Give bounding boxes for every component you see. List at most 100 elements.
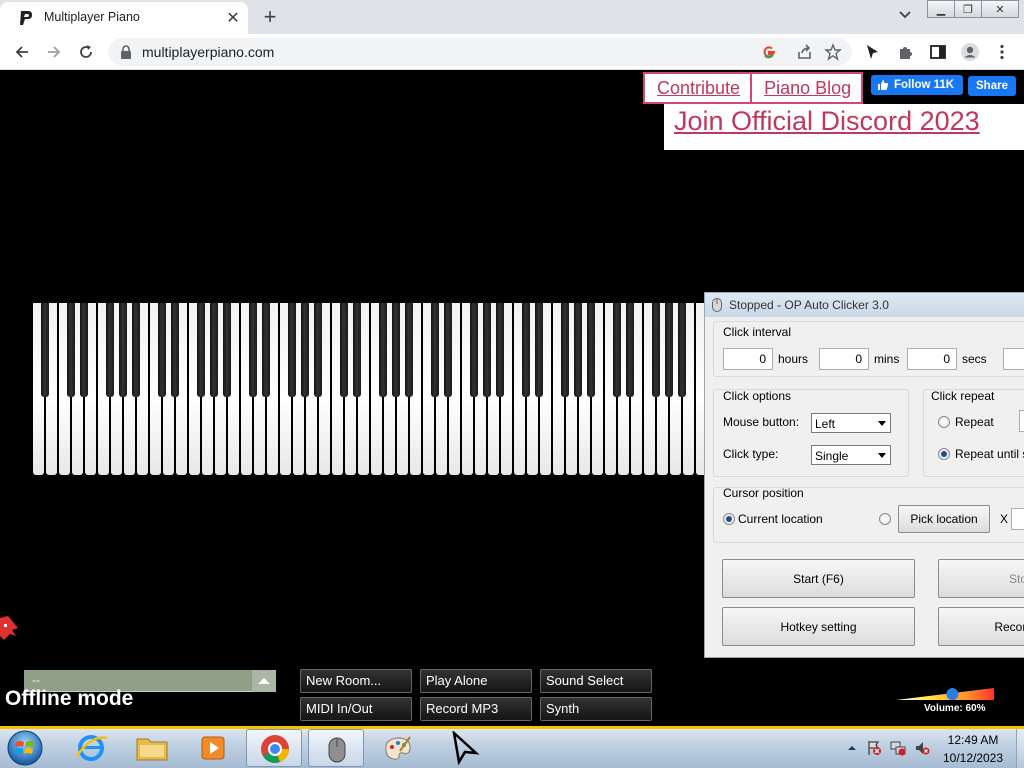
- record-mp3-button[interactable]: Record MP3: [420, 697, 532, 721]
- clock-date[interactable]: 10/12/2023: [940, 751, 1006, 765]
- star-icon[interactable]: [824, 43, 842, 61]
- volume-muted-icon[interactable]: [914, 740, 930, 756]
- piano-black-key[interactable]: [561, 303, 569, 397]
- facebook-share-button[interactable]: Share: [968, 76, 1016, 96]
- piano-black-key[interactable]: [158, 303, 166, 397]
- piano-black-key[interactable]: [470, 303, 478, 397]
- piano-black-key[interactable]: [106, 303, 114, 397]
- piano-black-key[interactable]: [249, 303, 257, 397]
- millis-input[interactable]: [1003, 348, 1024, 370]
- browser-tab[interactable]: Multiplayer Piano ✕: [0, 2, 248, 34]
- repeat-count-input[interactable]: [1019, 410, 1024, 432]
- piano-black-key[interactable]: [678, 303, 686, 397]
- action-center-icon[interactable]: [866, 740, 882, 756]
- restore-icon[interactable]: ❐: [954, 0, 982, 18]
- piano-black-key[interactable]: [132, 303, 140, 397]
- piano-black-key[interactable]: [41, 303, 49, 397]
- taskbar-chrome[interactable]: [246, 729, 302, 767]
- stop-button[interactable]: Sto: [938, 559, 1024, 598]
- show-desktop-button[interactable]: [1016, 729, 1024, 768]
- minimize-icon[interactable]: ▁: [927, 0, 955, 18]
- current-location-radio[interactable]: [723, 513, 735, 525]
- piano-black-key[interactable]: [483, 303, 491, 397]
- start-orb-icon[interactable]: [6, 729, 44, 767]
- new-tab-icon[interactable]: +: [259, 4, 281, 30]
- share-icon[interactable]: [796, 43, 814, 61]
- piano-black-key[interactable]: [353, 303, 361, 397]
- piano-black-key[interactable]: [301, 303, 309, 397]
- piano-black-key[interactable]: [392, 303, 400, 397]
- taskbar-paint[interactable]: [370, 729, 426, 767]
- hours-input[interactable]: 0: [723, 348, 773, 370]
- synth-button[interactable]: Synth: [540, 697, 652, 721]
- reload-icon[interactable]: [76, 42, 96, 62]
- piano-keyboard[interactable]: [32, 303, 708, 475]
- mouse-button-select[interactable]: Left: [811, 413, 891, 433]
- facebook-follow-button[interactable]: Follow 11K: [871, 75, 963, 95]
- close-window-icon[interactable]: ✕: [981, 0, 1019, 18]
- hotkey-setting-button[interactable]: Hotkey setting: [722, 607, 915, 646]
- repeat-radio[interactable]: [938, 416, 950, 428]
- pick-location-radio[interactable]: [879, 513, 891, 525]
- piano-black-key[interactable]: [665, 303, 673, 397]
- pointer-extension-icon[interactable]: [862, 42, 882, 62]
- new-room-button[interactable]: New Room...: [300, 669, 412, 693]
- piano-black-key[interactable]: [496, 303, 504, 397]
- x-coord-input[interactable]: [1011, 508, 1024, 530]
- piano-black-key[interactable]: [262, 303, 270, 397]
- profile-avatar-icon[interactable]: [960, 42, 980, 62]
- piano-blog-link[interactable]: Piano Blog: [750, 74, 861, 102]
- piano-black-key[interactable]: [587, 303, 595, 397]
- piano-black-key[interactable]: [340, 303, 348, 397]
- piano-black-key[interactable]: [444, 303, 452, 397]
- piano-black-key[interactable]: [210, 303, 218, 397]
- pick-location-button[interactable]: Pick location: [898, 505, 990, 533]
- piano-black-key[interactable]: [613, 303, 621, 397]
- record-button[interactable]: Record: [938, 607, 1024, 646]
- piano-black-key[interactable]: [626, 303, 634, 397]
- taskbar-media-player[interactable]: [185, 729, 241, 767]
- google-icon[interactable]: [760, 43, 778, 61]
- sound-select-button[interactable]: Sound Select: [540, 669, 652, 693]
- midi-in-out-button[interactable]: MIDI In/Out: [300, 697, 412, 721]
- start-button[interactable]: Start (F6): [722, 559, 915, 598]
- forward-icon[interactable]: [44, 42, 64, 62]
- secs-input[interactable]: 0: [907, 348, 957, 370]
- piano-black-key[interactable]: [379, 303, 387, 397]
- discord-link[interactable]: Join Official Discord 2023: [674, 106, 980, 137]
- piano-black-key[interactable]: [80, 303, 88, 397]
- taskbar-internet-explorer[interactable]: [63, 729, 119, 767]
- extensions-puzzle-icon[interactable]: [896, 42, 916, 62]
- side-panel-icon[interactable]: [928, 42, 948, 62]
- piano-black-key[interactable]: [197, 303, 205, 397]
- piano-black-key[interactable]: [574, 303, 582, 397]
- lock-icon[interactable]: [120, 45, 132, 59]
- contribute-link[interactable]: Contribute: [645, 74, 750, 102]
- play-alone-button[interactable]: Play Alone: [420, 669, 532, 693]
- piano-black-key[interactable]: [652, 303, 660, 397]
- piano-black-key[interactable]: [171, 303, 179, 397]
- kebab-menu-icon[interactable]: [992, 42, 1012, 62]
- piano-black-key[interactable]: [535, 303, 543, 397]
- volume-knob[interactable]: [946, 688, 959, 700]
- chevron-down-icon[interactable]: [896, 6, 914, 24]
- mins-input[interactable]: 0: [819, 348, 869, 370]
- piano-black-key[interactable]: [223, 303, 231, 397]
- piano-black-key[interactable]: [288, 303, 296, 397]
- piano-black-key[interactable]: [522, 303, 530, 397]
- piano-black-key[interactable]: [431, 303, 439, 397]
- network-icon[interactable]: [890, 740, 906, 756]
- repeat-until-stopped-radio[interactable]: [938, 448, 950, 460]
- address-bar[interactable]: multiplayerpiano.com: [108, 38, 852, 66]
- piano-black-key[interactable]: [314, 303, 322, 397]
- piano-black-key[interactable]: [405, 303, 413, 397]
- piano-black-key[interactable]: [67, 303, 75, 397]
- room-expand-button[interactable]: [252, 670, 276, 692]
- piano-black-key[interactable]: [119, 303, 127, 397]
- taskbar-auto-clicker[interactable]: [308, 729, 364, 767]
- clock-time[interactable]: 12:49 AM: [940, 733, 1006, 747]
- tab-close-icon[interactable]: ✕: [224, 8, 242, 28]
- taskbar-file-explorer[interactable]: [124, 729, 180, 767]
- click-type-select[interactable]: Single: [811, 445, 891, 465]
- tray-overflow-icon[interactable]: [844, 740, 860, 756]
